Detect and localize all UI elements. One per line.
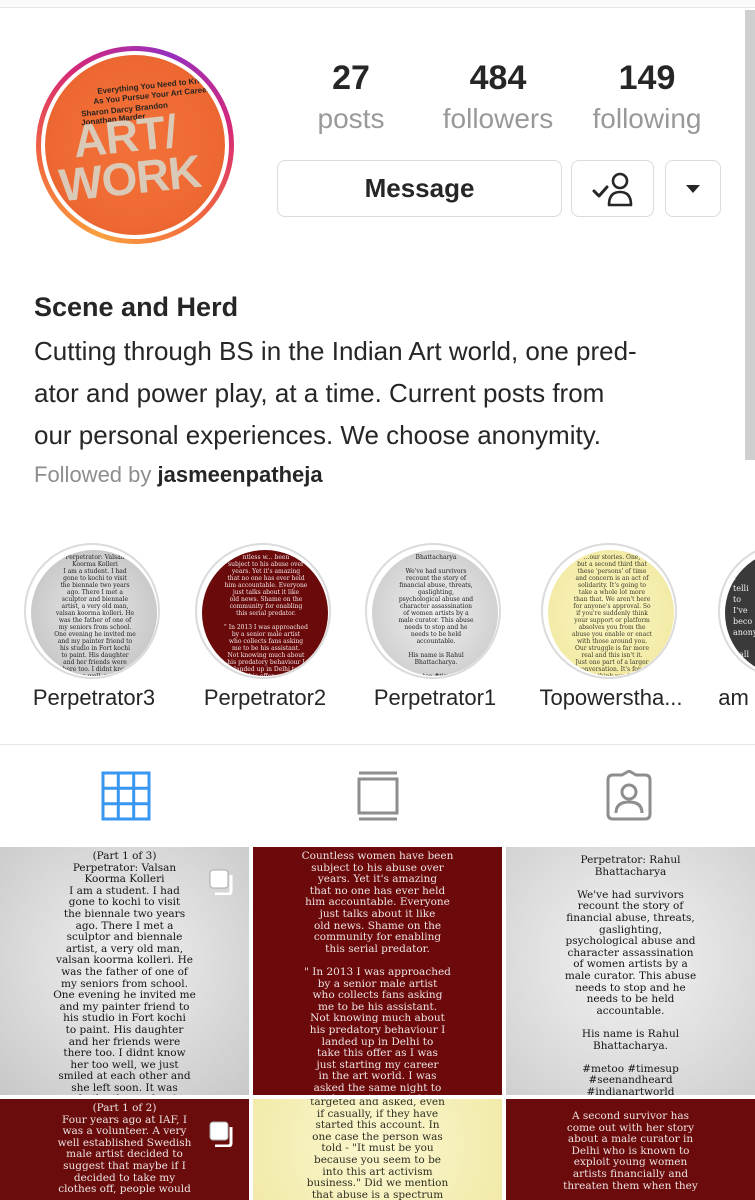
followed-by[interactable]: Followed by jasmeenpatheja	[34, 462, 323, 488]
highlight-cover-text: Perpetrator: Valsan Koorma Kolleri I am …	[54, 554, 136, 676]
post-text: (Part 1 of 2) Four years ago at IAF, I w…	[57, 1102, 192, 1196]
more-button[interactable]	[665, 160, 721, 217]
message-button[interactable]: Message	[277, 160, 562, 217]
grid-post[interactable]: Countless women have been subject to his…	[253, 847, 502, 1095]
post-text: A second survivor has come out with her …	[563, 1110, 698, 1192]
stat-followers[interactable]: 484 followers	[428, 58, 568, 136]
highlight-cover-text: Bhattacharya We've had survivors recount…	[398, 554, 474, 676]
multiple-posts-icon	[209, 869, 233, 895]
highlight-cover-text: I telli to I've beco anony Call	[733, 573, 755, 659]
highlight-cover: ntless w... been subject to his abuse ov…	[202, 550, 328, 676]
story-ring[interactable]: Everything You Need to Know As You Pursu…	[36, 46, 234, 244]
followers-label: followers	[442, 103, 554, 134]
followers-count: 484	[469, 59, 527, 97]
tagged-icon	[606, 769, 652, 821]
following-label: following	[592, 103, 702, 134]
post-text: Countless women have been subject to his…	[301, 850, 454, 1095]
posts-label: posts	[317, 103, 385, 134]
highlight-label: Perpetrator2	[203, 685, 327, 710]
feed-icon	[357, 771, 399, 821]
highlight-cover-text: ntless w... been subject to his abuse ov…	[224, 554, 308, 676]
grid-post[interactable]: (Part 1 of 2) Four years ago at IAF, I w…	[0, 1099, 249, 1200]
posts-count: 27	[332, 59, 370, 97]
stat-posts[interactable]: 27 posts	[281, 58, 421, 136]
following-count: 149	[618, 59, 676, 97]
profile-name: Scene and Herd	[34, 292, 239, 322]
highlight-label: Perpetrator3	[32, 685, 156, 710]
highlight-cover: Perpetrator: Valsan Koorma Kolleri I am …	[31, 550, 157, 676]
grid-icon	[101, 771, 151, 821]
grid-post[interactable]: (Part 1 of 3) Perpetrator: Valsan Koorma…	[0, 847, 249, 1095]
highlight-label: I am	[718, 685, 749, 710]
grid-post[interactable]: Perpetrator: Rahul Bhattacharya We've ha…	[506, 847, 755, 1095]
followed-user[interactable]: jasmeenpatheja	[158, 462, 323, 487]
tab-grid[interactable]	[100, 770, 152, 822]
tab-feed[interactable]	[352, 770, 404, 822]
top-strip	[0, 0, 755, 8]
profile-bio: Cutting through BS in the Indian Art wor…	[34, 336, 637, 450]
highlight-cover: Bhattacharya We've had survivors recount…	[372, 550, 498, 676]
grid-post[interactable]: A second survivor has come out with her …	[506, 1099, 755, 1200]
highlight-label: Perpetrator1	[373, 685, 497, 710]
person-check-icon	[592, 172, 632, 206]
post-text: Perpetrator: Rahul Bhattacharya We've ha…	[564, 854, 697, 1095]
avatar[interactable]: Everything You Need to Know As You Pursu…	[45, 55, 225, 235]
grid-post[interactable]: targeted and asked, even if casually, if…	[253, 1099, 502, 1200]
highlight-label: Topowerstha...	[539, 685, 683, 710]
divider	[0, 744, 755, 745]
highlight-cover: I telli to I've beco anony Call	[725, 550, 755, 676]
post-text: targeted and asked, even if casually, if…	[306, 1099, 449, 1200]
highlight-cover-text: ...our stories. One, but a second third …	[571, 554, 653, 676]
highlight-cover: ...our stories. One, but a second third …	[548, 550, 674, 676]
highlight-i-am[interactable]: I telli to I've beco anony Call I am	[718, 543, 755, 733]
stat-following[interactable]: 149 following	[577, 58, 717, 136]
followed-prefix: Followed by	[34, 462, 152, 487]
multiple-posts-icon	[209, 1121, 233, 1147]
tab-tagged[interactable]	[603, 769, 655, 822]
scrollbar[interactable]	[745, 10, 755, 460]
caret-down-icon	[686, 184, 700, 193]
following-button[interactable]	[571, 160, 654, 217]
